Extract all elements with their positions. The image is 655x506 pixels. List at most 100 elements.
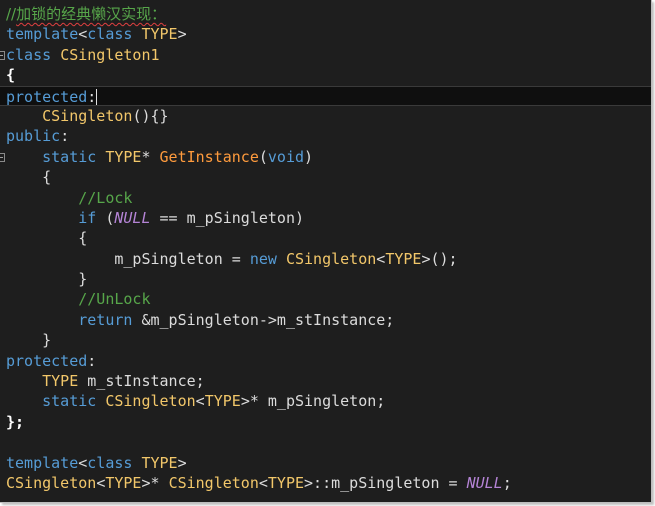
code-text: template<class TYPE> xyxy=(6,24,187,44)
code-text: protected: xyxy=(6,351,96,371)
code-token: TYPE xyxy=(105,147,142,166)
code-line[interactable]: }; xyxy=(0,412,651,432)
code-line[interactable] xyxy=(0,432,651,452)
code-token: >::m_pSingleton = xyxy=(304,473,467,492)
code-text: } xyxy=(6,269,87,289)
code-line[interactable]: TYPE m_stInstance; xyxy=(0,371,651,391)
code-token: m_pSingleton = xyxy=(6,249,250,268)
code-text: static CSingleton<TYPE>* m_pSingleton; xyxy=(6,391,385,411)
fold-toggle-icon[interactable] xyxy=(0,50,5,60)
code-token: * xyxy=(141,147,160,166)
code-line[interactable]: protected: xyxy=(0,351,651,371)
code-line[interactable]: { xyxy=(0,65,651,85)
code-token: //UnLock xyxy=(78,290,151,309)
code-line[interactable]: //UnLock xyxy=(0,289,651,309)
code-line[interactable]: m_pSingleton = new CSingleton<TYPE>(); xyxy=(0,249,651,269)
code-text: //加锁的经典懒汉实现： xyxy=(6,4,166,24)
code-text: class CSingleton1 xyxy=(6,45,160,65)
code-line[interactable]: CSingleton(){} xyxy=(0,106,651,126)
code-token: > xyxy=(177,25,187,44)
code-token: CSingleton xyxy=(6,473,97,492)
code-token: } xyxy=(6,331,52,350)
code-token: protected xyxy=(6,351,88,370)
code-token: < xyxy=(78,453,88,472)
code-token: < xyxy=(78,25,88,44)
code-token: class xyxy=(6,45,52,64)
code-text: public: xyxy=(6,126,69,146)
code-token: protected xyxy=(6,87,88,106)
code-text: { xyxy=(6,65,15,85)
code-token: if xyxy=(78,208,97,227)
code-token: : xyxy=(60,127,70,146)
code-token: : xyxy=(87,87,97,106)
code-line[interactable]: //加锁的经典懒汉实现： xyxy=(0,4,651,24)
code-line[interactable]: { xyxy=(0,228,651,248)
code-token: CSingleton xyxy=(42,106,133,125)
code-line[interactable]: return &m_pSingleton->m_stInstance; xyxy=(0,310,651,330)
code-token: return xyxy=(78,310,133,329)
code-line[interactable]: static CSingleton<TYPE>* m_pSingleton; xyxy=(0,391,651,411)
code-token: TYPE xyxy=(141,25,178,44)
code-token: NULL xyxy=(114,208,151,227)
code-text: //UnLock xyxy=(6,289,151,309)
code-text: TYPE m_stInstance; xyxy=(6,371,205,391)
code-token: TYPE xyxy=(267,473,305,492)
code-token: public xyxy=(6,127,61,146)
code-token: template xyxy=(6,25,79,44)
code-line[interactable]: public: xyxy=(0,126,651,146)
code-token: class xyxy=(87,453,133,472)
code-line[interactable]: { xyxy=(0,167,651,187)
code-line[interactable]: class CSingleton1 xyxy=(0,45,651,65)
code-token: < xyxy=(96,473,106,492)
code-token: //Lock xyxy=(78,188,133,207)
code-line[interactable]: } xyxy=(0,269,651,289)
code-line[interactable]: template<class TYPE> xyxy=(0,453,651,473)
code-token: < xyxy=(376,249,386,268)
code-token: CSingleton xyxy=(285,249,377,268)
code-line[interactable]: template<class TYPE> xyxy=(0,24,651,44)
code-line[interactable]: //Lock xyxy=(0,188,651,208)
code-line[interactable]: static TYPE* GetInstance(void) xyxy=(0,147,651,167)
code-token: new xyxy=(249,249,277,268)
code-line[interactable]: CSingleton<TYPE>* CSingleton<TYPE>::m_pS… xyxy=(0,473,651,493)
fold-toggle-icon[interactable] xyxy=(0,152,5,162)
code-token: 加锁的经典懒汉实现： xyxy=(16,5,167,23)
code-editor[interactable]: //加锁的经典懒汉实现： template<class TYPE> class CS… xyxy=(0,4,651,502)
code-token: < xyxy=(258,473,268,492)
code-line[interactable]: if (NULL == m_pSingleton) xyxy=(0,208,651,228)
code-text: static TYPE* GetInstance(void) xyxy=(6,147,313,167)
screenshot-frame: //加锁的经典懒汉实现： template<class TYPE> class CS… xyxy=(0,0,652,503)
code-token: { xyxy=(6,229,88,248)
code-token: TYPE xyxy=(105,473,142,492)
text-cursor xyxy=(96,88,98,105)
code-text: { xyxy=(6,228,87,248)
code-token: CSingleton xyxy=(168,473,259,492)
code-token: CSingleton xyxy=(105,392,196,411)
code-token: == m_pSingleton) xyxy=(150,208,305,227)
code-token: template xyxy=(6,453,79,472)
code-token: ; xyxy=(502,473,512,492)
code-line[interactable]: protected: xyxy=(0,85,651,106)
code-token: GetInstance xyxy=(159,147,259,166)
code-line[interactable]: } xyxy=(0,330,651,350)
code-token: >* xyxy=(141,473,169,492)
code-token: TYPE xyxy=(42,372,79,391)
code-token: TYPE xyxy=(204,392,241,411)
code-token: (){} xyxy=(132,106,169,125)
code-text: return &m_pSingleton->m_stInstance; xyxy=(6,310,394,330)
code-token: } xyxy=(6,270,88,289)
code-token: static xyxy=(42,147,97,166)
code-token: ( xyxy=(96,208,115,227)
code-text: CSingleton<TYPE>* CSingleton<TYPE>::m_pS… xyxy=(6,473,512,493)
code-text: } xyxy=(6,330,51,350)
